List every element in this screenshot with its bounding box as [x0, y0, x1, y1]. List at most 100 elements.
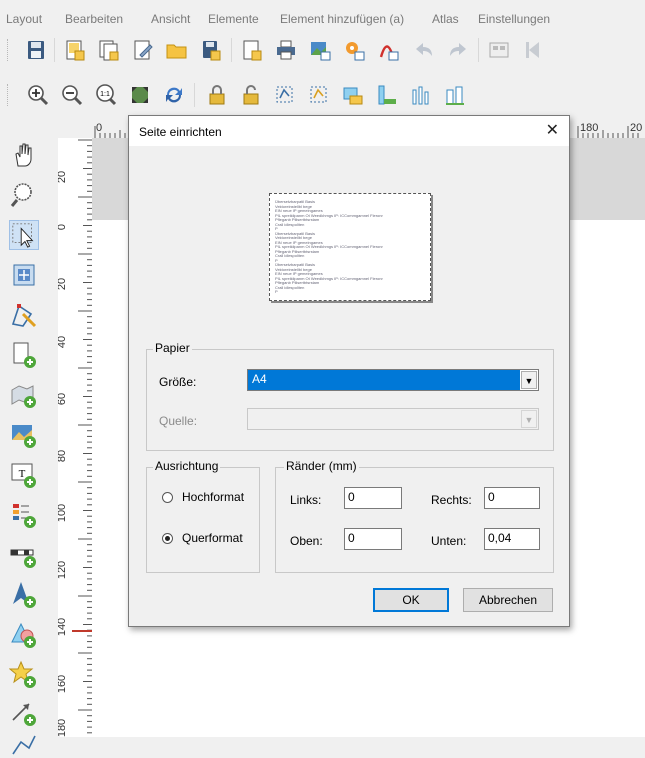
export-svg-icon[interactable] [343, 39, 365, 61]
chevron-down-icon[interactable]: ▼ [521, 371, 537, 389]
top-margin-input[interactable]: 0 [344, 528, 402, 550]
bottom-margin-label: Unten: [431, 534, 467, 548]
menu-layout[interactable]: Layout [6, 12, 42, 26]
toolbar-grip[interactable] [7, 39, 11, 61]
page-setup-icon[interactable] [241, 39, 263, 61]
ok-button[interactable]: OK [373, 588, 449, 612]
menu-bar: Layout Bearbeiten Ansicht Elemente Eleme… [0, 0, 645, 26]
toolbar-separator [478, 38, 479, 62]
add-label-icon[interactable]: T [9, 460, 39, 490]
right-margin-input[interactable]: 0 [484, 487, 540, 509]
add-shape-icon[interactable] [9, 620, 39, 650]
menu-bearbeiten[interactable]: Bearbeiten [65, 12, 123, 26]
ruler-label: 180 [580, 122, 599, 134]
dialog-titlebar[interactable]: Seite einrichten ✕ [129, 116, 569, 146]
add-map-icon[interactable] [9, 380, 39, 410]
landscape-label[interactable]: Querformat [182, 531, 243, 545]
ruler-label: 140 [58, 617, 69, 637]
source-label: Quelle: [159, 414, 198, 428]
lower-icon[interactable] [376, 84, 398, 106]
edit-nodes-icon[interactable] [9, 300, 39, 330]
orientation-group-label: Ausrichtung [153, 459, 221, 473]
dialog-title: Seite einrichten [139, 125, 222, 139]
left-toolbar: T [0, 130, 58, 755]
zoom-full-icon[interactable] [129, 84, 151, 106]
ungroup-icon[interactable] [308, 84, 330, 106]
menu-einstellungen[interactable]: Einstellungen [478, 12, 550, 26]
ruler-label: 100 [58, 503, 69, 523]
toolbar-separator [231, 38, 232, 62]
atlas-settings-icon[interactable] [488, 39, 510, 61]
align-left-icon[interactable] [410, 84, 432, 106]
ruler-label: 20 [58, 170, 69, 184]
page-setup-dialog: Seite einrichten ✕ Übersetzbarpatil Basi… [128, 115, 570, 627]
raise-icon[interactable] [342, 84, 364, 106]
add-north-arrow-icon[interactable] [9, 580, 39, 610]
ruler-label: 80 [58, 449, 69, 463]
toolbar-grip[interactable] [7, 84, 11, 106]
paper-group [146, 349, 554, 451]
orientation-group [146, 467, 260, 573]
svg-text:T: T [19, 468, 26, 480]
refresh-icon[interactable] [163, 84, 185, 106]
source-select[interactable]: ▼ [247, 408, 539, 430]
toolbar-separator [54, 38, 55, 62]
size-select[interactable]: A4 ▼ [247, 369, 539, 391]
print-icon[interactable] [275, 39, 297, 61]
top-margin-label: Oben: [290, 534, 323, 548]
export-image-icon[interactable] [309, 39, 331, 61]
cancel-button[interactable]: Abbrechen [463, 588, 553, 612]
ruler-label: 120 [58, 560, 69, 580]
margins-group-label: Ränder (mm) [284, 459, 359, 473]
svg-text:1:1: 1:1 [100, 91, 110, 98]
undo-icon[interactable] [413, 39, 435, 61]
zoom-in-icon[interactable] [27, 84, 49, 106]
atlas-first-icon[interactable] [521, 39, 543, 61]
save-icon[interactable] [25, 39, 47, 61]
zoom-out-icon[interactable] [61, 84, 83, 106]
ruler-label: 20 [58, 277, 69, 291]
bottom-margin-input[interactable]: 0,04 [484, 528, 540, 550]
add-page-icon[interactable] [9, 340, 39, 370]
add-legend-icon[interactable] [9, 500, 39, 530]
ruler-label: 180 [58, 718, 69, 737]
add-arrow-icon[interactable] [9, 698, 39, 728]
left-margin-input[interactable]: 0 [344, 487, 402, 509]
add-picture-icon[interactable] [9, 420, 39, 450]
page-preview: Übersetzbarpatil Basis Vektoreinstellbl … [269, 193, 431, 301]
add-marker-icon[interactable] [9, 660, 39, 690]
redo-icon[interactable] [447, 39, 469, 61]
distribute-icon[interactable] [444, 84, 466, 106]
chevron-down-icon[interactable]: ▼ [521, 410, 537, 428]
portrait-label[interactable]: Hochformat [182, 490, 244, 504]
portrait-radio[interactable] [162, 492, 173, 503]
zoom-actual-icon[interactable]: 1:1 [95, 84, 117, 106]
right-margin-label: Rechts: [431, 493, 472, 507]
menu-ansicht[interactable]: Ansicht [151, 12, 190, 26]
lock-items-icon[interactable] [206, 84, 228, 106]
ruler-label: 60 [58, 392, 69, 406]
menu-elemente[interactable]: Elemente [208, 12, 259, 26]
close-icon[interactable]: ✕ [546, 120, 559, 140]
save-as-template-icon[interactable] [200, 39, 222, 61]
pan-icon[interactable] [9, 140, 39, 170]
left-margin-label: Links: [290, 493, 322, 507]
select-move-icon[interactable] [9, 220, 39, 250]
unlock-items-icon[interactable] [240, 84, 262, 106]
size-label: Größe: [159, 375, 197, 389]
menu-element-hinzufuegen[interactable]: Element hinzufügen (a) [280, 12, 404, 26]
open-folder-icon[interactable] [166, 39, 188, 61]
ruler-label: 160 [58, 674, 69, 694]
add-polyline-icon[interactable] [9, 728, 39, 758]
layout-manager-icon[interactable] [132, 39, 154, 61]
export-pdf-icon[interactable] [377, 39, 399, 61]
ruler-label: 40 [58, 335, 69, 349]
duplicate-layout-icon[interactable] [98, 39, 120, 61]
zoom-tool-icon[interactable] [9, 180, 39, 210]
landscape-radio[interactable] [162, 533, 173, 544]
group-icon[interactable] [274, 84, 296, 106]
move-item-content-icon[interactable] [9, 260, 39, 290]
add-scalebar-icon[interactable] [9, 540, 39, 570]
new-layout-icon[interactable] [64, 39, 86, 61]
menu-atlas[interactable]: Atlas [432, 12, 459, 26]
